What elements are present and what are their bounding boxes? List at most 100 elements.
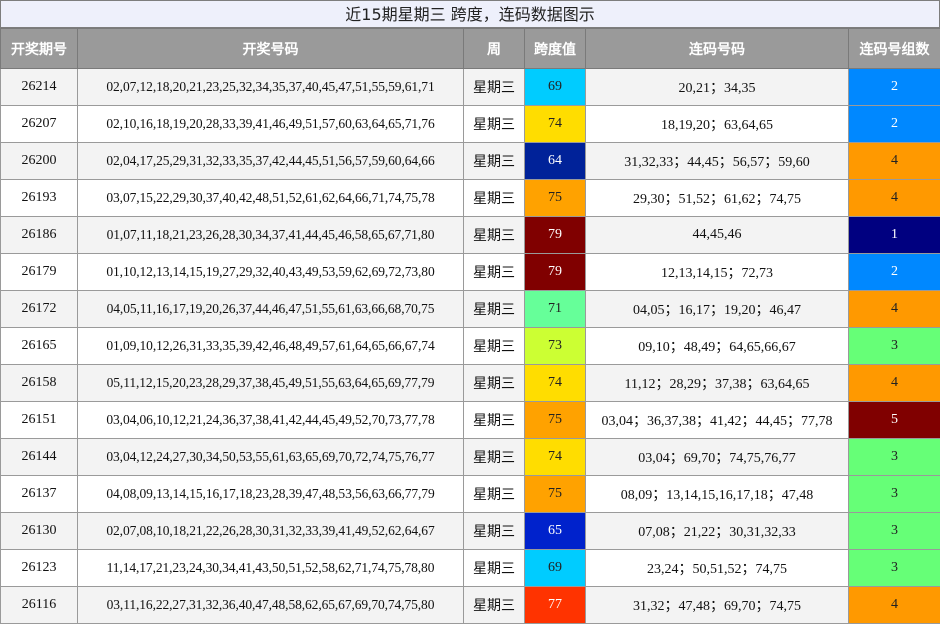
issue-cell: 26200 [1, 143, 78, 180]
span-cell: 69 [525, 550, 586, 587]
table-body: 2621402,07,12,18,20,21,23,25,32,34,35,37… [1, 69, 940, 624]
header-consecutive: 连码号码 [586, 29, 849, 69]
issue-cell: 26165 [1, 328, 78, 365]
groups-cell: 2 [849, 69, 940, 106]
consecutive-cell: 44,45,46 [586, 217, 849, 254]
span-cell: 69 [525, 69, 586, 106]
numbers-cell: 01,09,10,12,26,31,33,35,39,42,46,48,49,5… [78, 328, 464, 365]
span-cell: 74 [525, 106, 586, 143]
week-cell: 星期三 [464, 291, 525, 328]
table-row: 2621402,07,12,18,20,21,23,25,32,34,35,37… [1, 69, 940, 106]
header-week: 周 [464, 29, 525, 69]
issue-cell: 26151 [1, 402, 78, 439]
numbers-cell: 01,07,11,18,21,23,26,28,30,34,37,41,44,4… [78, 217, 464, 254]
consecutive-cell: 07,08；21,22；30,31,32,33 [586, 513, 849, 550]
table-row: 2614403,04,12,24,27,30,34,50,53,55,61,63… [1, 439, 940, 476]
numbers-cell: 02,07,12,18,20,21,23,25,32,34,35,37,40,4… [78, 69, 464, 106]
week-cell: 星期三 [464, 106, 525, 143]
consecutive-cell: 04,05；16,17；19,20；46,47 [586, 291, 849, 328]
table-row: 2612311,14,17,21,23,24,30,34,41,43,50,51… [1, 550, 940, 587]
numbers-cell: 04,05,11,16,17,19,20,26,37,44,46,47,51,5… [78, 291, 464, 328]
span-cell: 79 [525, 217, 586, 254]
header-issue: 开奖期号 [1, 29, 78, 69]
table-row: 2619303,07,15,22,29,30,37,40,42,48,51,52… [1, 180, 940, 217]
span-cell: 74 [525, 365, 586, 402]
groups-cell: 3 [849, 328, 940, 365]
span-cell: 79 [525, 254, 586, 291]
numbers-cell: 03,04,12,24,27,30,34,50,53,55,61,63,65,6… [78, 439, 464, 476]
consecutive-cell: 18,19,20；63,64,65 [586, 106, 849, 143]
consecutive-cell: 29,30；51,52；61,62；74,75 [586, 180, 849, 217]
consecutive-cell: 09,10；48,49；64,65,66,67 [586, 328, 849, 365]
header-row: 开奖期号 开奖号码 周 跨度值 连码号码 连码号组数 [1, 29, 940, 69]
week-cell: 星期三 [464, 254, 525, 291]
groups-cell: 5 [849, 402, 940, 439]
table-row: 2615103,04,06,10,12,21,24,36,37,38,41,42… [1, 402, 940, 439]
table-row: 2620002,04,17,25,29,31,32,33,35,37,42,44… [1, 143, 940, 180]
numbers-cell: 03,07,15,22,29,30,37,40,42,48,51,52,61,6… [78, 180, 464, 217]
table-row: 2613704,08,09,13,14,15,16,17,18,23,28,39… [1, 476, 940, 513]
consecutive-cell: 31,32；47,48；69,70；74,75 [586, 587, 849, 624]
numbers-cell: 02,10,16,18,19,20,28,33,39,41,46,49,51,5… [78, 106, 464, 143]
table-row: 2616501,09,10,12,26,31,33,35,39,42,46,48… [1, 328, 940, 365]
issue-cell: 26123 [1, 550, 78, 587]
consecutive-cell: 03,04；69,70；74,75,76,77 [586, 439, 849, 476]
issue-cell: 26186 [1, 217, 78, 254]
span-cell: 71 [525, 291, 586, 328]
groups-cell: 3 [849, 550, 940, 587]
numbers-cell: 02,07,08,10,18,21,22,26,28,30,31,32,33,3… [78, 513, 464, 550]
consecutive-cell: 03,04；36,37,38；41,42；44,45；77,78 [586, 402, 849, 439]
week-cell: 星期三 [464, 402, 525, 439]
week-cell: 星期三 [464, 550, 525, 587]
consecutive-cell: 08,09；13,14,15,16,17,18；47,48 [586, 476, 849, 513]
span-cell: 73 [525, 328, 586, 365]
groups-cell: 1 [849, 217, 940, 254]
numbers-cell: 05,11,12,15,20,23,28,29,37,38,45,49,51,5… [78, 365, 464, 402]
table-row: 2617204,05,11,16,17,19,20,26,37,44,46,47… [1, 291, 940, 328]
consecutive-cell: 11,12；28,29；37,38；63,64,65 [586, 365, 849, 402]
groups-cell: 4 [849, 143, 940, 180]
header-span: 跨度值 [525, 29, 586, 69]
table-row: 2611603,11,16,22,27,31,32,36,40,47,48,58… [1, 587, 940, 624]
groups-cell: 4 [849, 291, 940, 328]
issue-cell: 26207 [1, 106, 78, 143]
header-numbers: 开奖号码 [78, 29, 464, 69]
issue-cell: 26144 [1, 439, 78, 476]
numbers-cell: 01,10,12,13,14,15,19,27,29,32,40,43,49,5… [78, 254, 464, 291]
table-row: 2618601,07,11,18,21,23,26,28,30,34,37,41… [1, 217, 940, 254]
table-row: 2617901,10,12,13,14,15,19,27,29,32,40,43… [1, 254, 940, 291]
week-cell: 星期三 [464, 513, 525, 550]
lottery-table-panel: 近15期星期三 跨度，连码数据图示 开奖期号 开奖号码 周 跨度值 连码号码 连… [0, 0, 940, 620]
numbers-cell: 03,11,16,22,27,31,32,36,40,47,48,58,62,6… [78, 587, 464, 624]
issue-cell: 26172 [1, 291, 78, 328]
issue-cell: 26214 [1, 69, 78, 106]
data-table: 开奖期号 开奖号码 周 跨度值 连码号码 连码号组数 2621402,07,12… [0, 28, 940, 624]
span-cell: 64 [525, 143, 586, 180]
issue-cell: 26158 [1, 365, 78, 402]
week-cell: 星期三 [464, 587, 525, 624]
issue-cell: 26193 [1, 180, 78, 217]
table-row: 2613002,07,08,10,18,21,22,26,28,30,31,32… [1, 513, 940, 550]
consecutive-cell: 31,32,33；44,45；56,57；59,60 [586, 143, 849, 180]
header-groups: 连码号组数 [849, 29, 940, 69]
numbers-cell: 11,14,17,21,23,24,30,34,41,43,50,51,52,5… [78, 550, 464, 587]
span-cell: 75 [525, 180, 586, 217]
groups-cell: 4 [849, 180, 940, 217]
week-cell: 星期三 [464, 69, 525, 106]
groups-cell: 3 [849, 476, 940, 513]
week-cell: 星期三 [464, 180, 525, 217]
numbers-cell: 02,04,17,25,29,31,32,33,35,37,42,44,45,5… [78, 143, 464, 180]
groups-cell: 3 [849, 439, 940, 476]
consecutive-cell: 20,21；34,35 [586, 69, 849, 106]
span-cell: 65 [525, 513, 586, 550]
consecutive-cell: 23,24；50,51,52；74,75 [586, 550, 849, 587]
page-title: 近15期星期三 跨度，连码数据图示 [0, 0, 940, 28]
groups-cell: 2 [849, 254, 940, 291]
issue-cell: 26137 [1, 476, 78, 513]
groups-cell: 3 [849, 513, 940, 550]
consecutive-cell: 12,13,14,15；72,73 [586, 254, 849, 291]
week-cell: 星期三 [464, 217, 525, 254]
span-cell: 77 [525, 587, 586, 624]
groups-cell: 4 [849, 365, 940, 402]
week-cell: 星期三 [464, 143, 525, 180]
